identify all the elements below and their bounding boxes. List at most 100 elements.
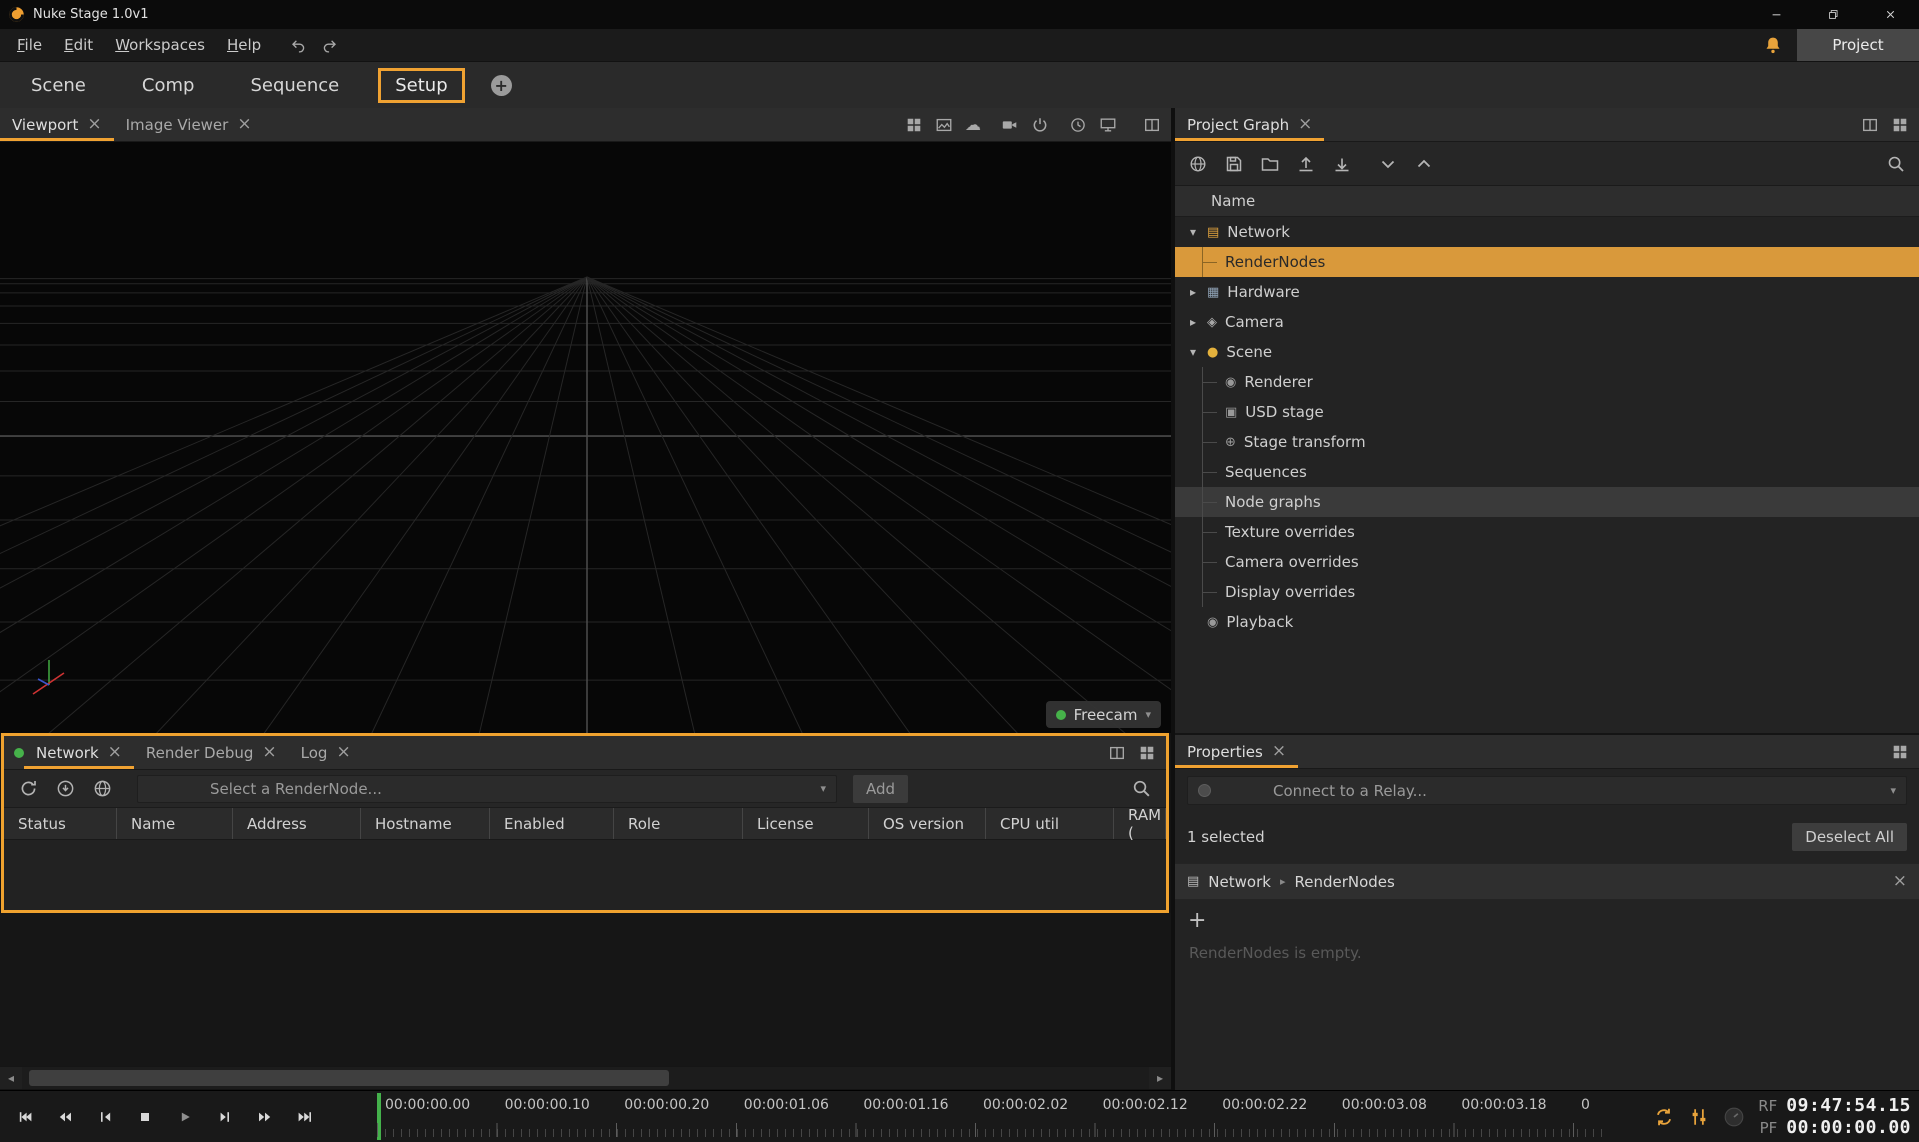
render-gauge-icon[interactable]	[1723, 1106, 1745, 1128]
close-button[interactable]	[1862, 0, 1919, 29]
restore-button[interactable]	[1805, 0, 1862, 29]
timeline-ruler[interactable]: 00:00:00.0000:00:00.1000:00:00.2000:00:0…	[377, 1091, 1604, 1142]
column-header-license[interactable]: License	[743, 808, 869, 839]
menu-edit[interactable]: Edit	[53, 36, 104, 54]
tree-item-node-graphs[interactable]: Node graphs	[1175, 487, 1919, 517]
menu-file[interactable]: File	[6, 36, 53, 54]
workspace-tab-comp[interactable]: Comp	[125, 68, 212, 103]
tab-image-viewer[interactable]: Image Viewer ×	[114, 108, 264, 141]
wipe-compare-icon[interactable]	[935, 116, 953, 134]
workspace-tab-setup[interactable]: Setup	[378, 68, 464, 103]
scrollbar-thumb[interactable]	[29, 1070, 669, 1086]
tree-name-column-header[interactable]: Name	[1175, 186, 1919, 217]
relay-dropdown[interactable]: Connect to a Relay... ▾	[1187, 776, 1907, 805]
tree-item-hardware[interactable]: ▸▦Hardware	[1175, 277, 1919, 307]
close-icon[interactable]: ×	[1298, 116, 1312, 133]
tree-item-camera-overrides[interactable]: Camera overrides	[1175, 547, 1919, 577]
column-header-status[interactable]: Status	[4, 808, 117, 839]
redo-icon[interactable]	[321, 37, 338, 54]
expander-icon[interactable]: ▸	[1185, 315, 1201, 329]
previous-frame-button[interactable]	[88, 1099, 121, 1135]
loop-playback-icon[interactable]	[1653, 1106, 1675, 1128]
go-to-end-button[interactable]	[288, 1099, 321, 1135]
scrollbar-track[interactable]	[22, 1067, 1149, 1089]
tree-item-sequences[interactable]: Sequences	[1175, 457, 1919, 487]
breadcrumb-root[interactable]: Network	[1208, 873, 1271, 891]
tree-item-stage-transform[interactable]: ⊕Stage transform	[1175, 427, 1919, 457]
tree-item-scene[interactable]: ▾●Scene	[1175, 337, 1919, 367]
search-icon[interactable]	[1886, 154, 1906, 174]
undo-icon[interactable]	[290, 37, 307, 54]
publish-icon[interactable]	[1188, 154, 1208, 174]
fast-forward-button[interactable]	[248, 1099, 281, 1135]
column-header-os-version[interactable]: OS version	[869, 808, 986, 839]
tree-item-playback[interactable]: ◉Playback	[1175, 607, 1919, 637]
close-icon[interactable]: ×	[336, 744, 350, 761]
viewport-3d[interactable]: Freecam ▾	[0, 142, 1171, 733]
tab-network[interactable]: Network ×	[24, 736, 134, 769]
fetch-nodes-icon[interactable]	[55, 778, 76, 799]
tree-item-texture-overrides[interactable]: Texture overrides	[1175, 517, 1919, 547]
camera-view-icon[interactable]	[1001, 116, 1019, 134]
add-button[interactable]: Add	[853, 775, 908, 803]
quad-view-icon[interactable]	[905, 116, 923, 134]
column-header-address[interactable]: Address	[233, 808, 361, 839]
workspace-tab-scene[interactable]: Scene	[14, 68, 103, 103]
expander-icon[interactable]: ▾	[1185, 225, 1201, 239]
panel-grid-icon[interactable]	[1891, 743, 1909, 761]
workspace-tab-sequence[interactable]: Sequence	[233, 68, 356, 103]
display-output-icon[interactable]	[1099, 116, 1117, 134]
stop-button[interactable]	[128, 1099, 161, 1135]
column-header-enabled[interactable]: Enabled	[490, 808, 614, 839]
render-table-body[interactable]	[4, 840, 1166, 910]
open-folder-icon[interactable]	[1260, 154, 1280, 174]
project-selector[interactable]: Project	[1797, 29, 1919, 61]
column-header-ram-[interactable]: RAM (	[1114, 808, 1166, 839]
notifications-bell-icon[interactable]	[1763, 35, 1783, 55]
power-icon[interactable]	[1031, 116, 1049, 134]
column-header-cpu-util[interactable]: CPU util	[986, 808, 1114, 839]
add-workspace-icon[interactable]: +	[491, 75, 512, 96]
save-icon[interactable]	[1224, 154, 1244, 174]
tab-project-graph[interactable]: Project Graph ×	[1175, 108, 1324, 141]
chevron-down-icon[interactable]: ▾	[1145, 708, 1151, 721]
mixer-icon[interactable]	[1688, 1106, 1710, 1128]
close-icon[interactable]: ×	[262, 744, 276, 761]
tab-properties[interactable]: Properties ×	[1175, 735, 1298, 768]
cloud-icon[interactable]: ☁	[965, 117, 981, 133]
panel-grid-icon[interactable]	[1138, 744, 1156, 762]
scroll-left-icon[interactable]: ◂	[0, 1071, 22, 1085]
columns-layout-icon[interactable]	[1108, 744, 1126, 762]
panel-layout-icon[interactable]	[1143, 116, 1161, 134]
search-icon[interactable]	[1131, 778, 1152, 799]
play-button[interactable]	[168, 1099, 201, 1135]
go-to-start-button[interactable]	[8, 1099, 41, 1135]
column-header-hostname[interactable]: Hostname	[361, 808, 490, 839]
collapse-all-icon[interactable]	[1378, 154, 1398, 174]
close-icon[interactable]: ×	[87, 116, 101, 133]
columns-layout-icon[interactable]	[1861, 116, 1879, 134]
sync-clock-icon[interactable]	[1069, 116, 1087, 134]
tree-item-camera[interactable]: ▸◈Camera	[1175, 307, 1919, 337]
scroll-right-icon[interactable]: ▸	[1149, 1071, 1171, 1085]
menu-help[interactable]: Help	[216, 36, 272, 54]
tab-viewport[interactable]: Viewport ×	[0, 108, 114, 141]
breadcrumb-current[interactable]: RenderNodes	[1294, 873, 1394, 891]
menu-workspaces[interactable]: Workspaces	[104, 36, 216, 54]
rendernode-dropdown[interactable]: Select a RenderNode... ▾	[137, 775, 837, 803]
expander-icon[interactable]: ▸	[1185, 285, 1201, 299]
tree-item-renderer[interactable]: ◉Renderer	[1175, 367, 1919, 397]
panel-grid-icon[interactable]	[1891, 116, 1909, 134]
download-icon[interactable]	[1332, 154, 1352, 174]
close-icon[interactable]: ×	[237, 116, 251, 133]
close-icon[interactable]: ×	[1893, 873, 1907, 890]
tree-item-network[interactable]: ▾▤Network	[1175, 217, 1919, 247]
tree-item-display-overrides[interactable]: Display overrides	[1175, 577, 1919, 607]
close-icon[interactable]: ×	[108, 744, 122, 761]
tree-item-usd-stage[interactable]: ▣USD stage	[1175, 397, 1919, 427]
camera-selector[interactable]: Freecam ▾	[1046, 701, 1161, 728]
next-frame-button[interactable]	[208, 1099, 241, 1135]
upload-icon[interactable]	[1296, 154, 1316, 174]
close-icon[interactable]: ×	[1272, 743, 1286, 760]
minimize-button[interactable]	[1748, 0, 1805, 29]
